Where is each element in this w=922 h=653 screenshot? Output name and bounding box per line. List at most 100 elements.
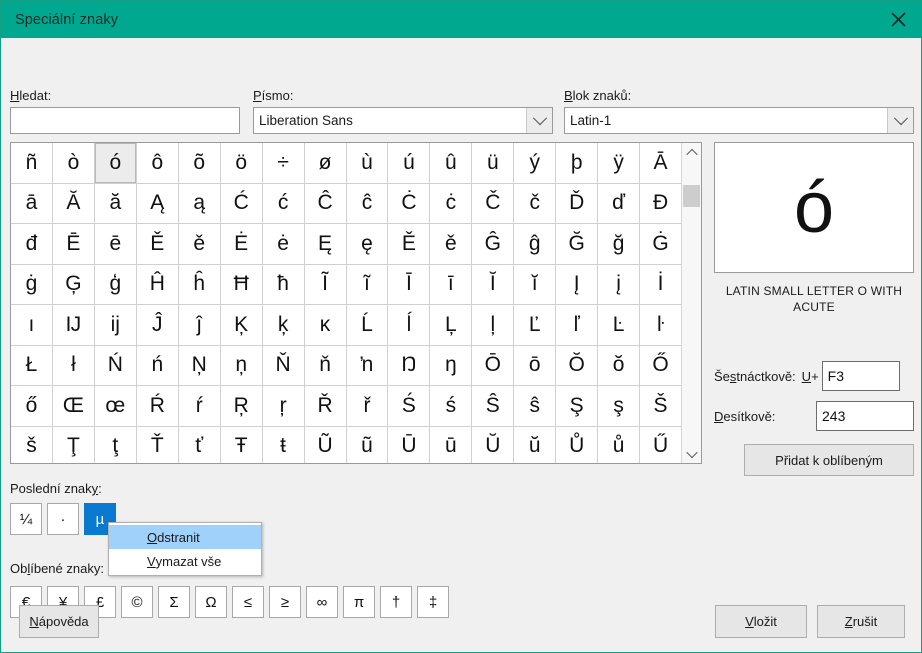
character-cell[interactable]: Š <box>640 386 681 426</box>
character-cell[interactable]: ľ <box>556 305 598 345</box>
search-input[interactable] <box>10 107 240 134</box>
character-cell[interactable]: Ű <box>640 426 681 463</box>
character-cell[interactable]: Ŋ <box>388 345 430 385</box>
character-cell[interactable]: Ĩ <box>304 264 346 304</box>
character-cell[interactable]: Ģ <box>52 264 94 304</box>
character-cell[interactable]: ō <box>514 345 556 385</box>
character-cell[interactable]: ē <box>94 224 136 264</box>
character-cell[interactable]: Ċ <box>388 183 430 223</box>
character-cell[interactable]: Ŀ <box>598 305 640 345</box>
character-cell[interactable]: Ĵ <box>136 305 178 345</box>
character-cell[interactable]: ŏ <box>598 345 640 385</box>
character-cell[interactable]: ı <box>11 305 52 345</box>
chevron-down-icon[interactable] <box>887 108 913 133</box>
recent-characters-row[interactable]: ¼ · µ <box>10 503 116 535</box>
character-cell[interactable]: Ŝ <box>472 386 514 426</box>
character-cell[interactable]: ŋ <box>430 345 472 385</box>
character-cell[interactable]: Ħ <box>220 264 262 304</box>
character-cell[interactable]: Č <box>472 183 514 223</box>
character-cell[interactable]: ę <box>346 224 388 264</box>
character-cell[interactable]: Ť <box>136 426 178 463</box>
character-cell[interactable]: ø <box>304 143 346 183</box>
character-cell[interactable]: Ĳ <box>52 305 94 345</box>
character-cell[interactable]: ĭ <box>514 264 556 304</box>
character-cell[interactable]: ý <box>514 143 556 183</box>
character-cell[interactable]: ř <box>346 386 388 426</box>
character-cell[interactable]: Ł <box>11 345 52 385</box>
character-cell[interactable]: ŕ <box>178 386 220 426</box>
character-cell[interactable]: Ē <box>52 224 94 264</box>
add-to-favorites-button[interactable]: Přidat k oblíbeným <box>744 444 914 477</box>
cancel-button[interactable]: Zrušit <box>817 605 905 638</box>
character-cell[interactable]: ũ <box>346 426 388 463</box>
character-cell[interactable]: Ć <box>220 183 262 223</box>
character-cell[interactable]: Į <box>556 264 598 304</box>
character-cell[interactable]: Œ <box>52 386 94 426</box>
character-cell[interactable]: Ũ <box>304 426 346 463</box>
hex-input[interactable] <box>821 361 900 392</box>
character-cell[interactable]: đ <box>11 224 52 264</box>
character-cell[interactable]: Đ <box>640 183 681 223</box>
character-cell[interactable]: Ĺ <box>346 305 388 345</box>
character-cell[interactable]: Ŏ <box>556 345 598 385</box>
character-cell[interactable]: ĝ <box>514 224 556 264</box>
chevron-down-icon[interactable] <box>682 444 701 463</box>
character-cell[interactable]: ţ <box>94 426 136 463</box>
character-cell[interactable]: Ř <box>304 386 346 426</box>
character-cell[interactable]: ĸ <box>304 305 346 345</box>
character-cell[interactable]: þ <box>556 143 598 183</box>
character-cell[interactable]: Ę <box>304 224 346 264</box>
character-cell[interactable]: ě <box>178 224 220 264</box>
character-cell[interactable]: Ţ <box>52 426 94 463</box>
character-cell[interactable]: Ī <box>388 264 430 304</box>
character-cell[interactable]: Ď <box>556 183 598 223</box>
character-cell[interactable]: ģ <box>94 264 136 304</box>
character-cell[interactable]: Ū <box>388 426 430 463</box>
character-cell[interactable]: ļ <box>472 305 514 345</box>
character-cell[interactable]: ñ <box>11 143 52 183</box>
context-menu[interactable]: Odstranit Vymazat vše <box>108 522 262 576</box>
character-cell[interactable]: Ů <box>556 426 598 463</box>
scrollbar-thumb[interactable] <box>683 185 700 207</box>
character-cell[interactable]: Ŗ <box>220 386 262 426</box>
character-cell[interactable]: Ĥ <box>136 264 178 304</box>
character-cell[interactable]: Ŭ <box>472 426 514 463</box>
character-cell[interactable]: ô <box>136 143 178 183</box>
character-cell[interactable]: Ķ <box>220 305 262 345</box>
dec-input[interactable] <box>816 401 914 432</box>
character-cell[interactable]: û <box>430 143 472 183</box>
character-cell[interactable]: ŭ <box>514 426 556 463</box>
character-cell[interactable]: Ľ <box>514 305 556 345</box>
character-cell[interactable]: ó <box>94 143 136 183</box>
character-cell[interactable]: ú <box>388 143 430 183</box>
character-cell[interactable]: ě <box>430 224 472 264</box>
character-cell[interactable]: Ś <box>388 386 430 426</box>
character-cell[interactable]: ķ <box>262 305 304 345</box>
character-cell[interactable]: Ĝ <box>472 224 514 264</box>
character-cell[interactable]: ă <box>94 183 136 223</box>
character-cell[interactable]: ÷ <box>262 143 304 183</box>
character-cell[interactable]: õ <box>178 143 220 183</box>
character-cell[interactable]: œ <box>94 386 136 426</box>
character-cell[interactable]: ņ <box>220 345 262 385</box>
character-cell[interactable]: Ġ <box>640 224 681 264</box>
context-menu-item[interactable]: Odstranit <box>109 525 261 549</box>
recent-character-chip[interactable]: ¼ <box>10 503 42 535</box>
character-cell[interactable]: ć <box>262 183 304 223</box>
character-cell[interactable]: ĉ <box>346 183 388 223</box>
character-cell[interactable]: ö <box>220 143 262 183</box>
character-cell[interactable]: Ğ <box>556 224 598 264</box>
character-cell[interactable]: ċ <box>430 183 472 223</box>
chevron-down-icon[interactable] <box>526 108 552 133</box>
recent-character-chip[interactable]: · <box>47 503 79 535</box>
character-cell[interactable]: ď <box>598 183 640 223</box>
character-cell[interactable]: ò <box>52 143 94 183</box>
insert-button[interactable]: Vložit <box>715 605 807 638</box>
character-cell[interactable]: ĥ <box>178 264 220 304</box>
character-cell[interactable]: ŗ <box>262 386 304 426</box>
character-cell[interactable]: Ă <box>52 183 94 223</box>
chevron-up-icon[interactable] <box>682 143 701 162</box>
character-cell[interactable]: ġ <box>11 264 52 304</box>
character-cell[interactable]: Ě <box>136 224 178 264</box>
character-cell[interactable]: Ĉ <box>304 183 346 223</box>
